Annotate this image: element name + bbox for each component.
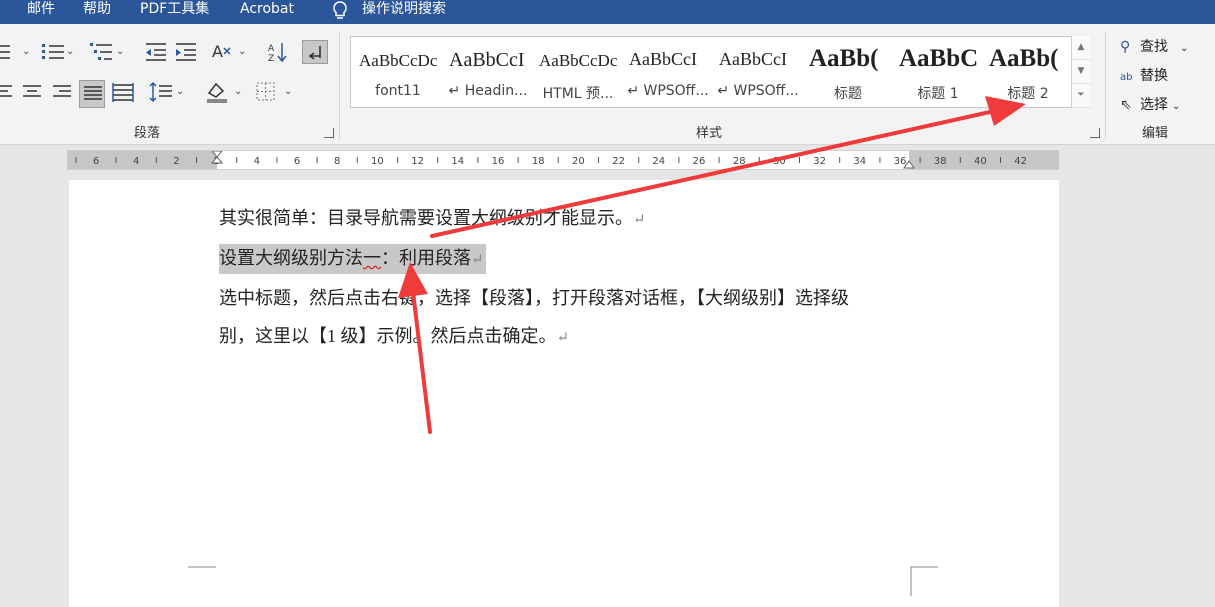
cursor-icon: ⇖ bbox=[1120, 97, 1132, 113]
ruler-label: 16 bbox=[492, 156, 505, 167]
tab-pdf-tools[interactable]: PDF工具集 bbox=[140, 0, 209, 24]
ruler-label: 20 bbox=[572, 156, 585, 167]
ruler-label: 22 bbox=[612, 156, 625, 167]
chevron-down-icon[interactable]: ⌄ bbox=[176, 86, 184, 97]
tab-help[interactable]: 帮助 bbox=[83, 0, 111, 24]
ruler-label: 6 bbox=[93, 156, 99, 167]
chevron-down-icon[interactable]: ⌄ bbox=[238, 46, 246, 57]
chevron-down-icon[interactable]: ⌄ bbox=[284, 86, 292, 97]
ruler-label: 24 bbox=[652, 156, 665, 167]
ruler-label: 34 bbox=[853, 156, 866, 167]
borders-icon[interactable] bbox=[254, 80, 280, 104]
distributed-icon[interactable] bbox=[110, 80, 136, 104]
justify-button[interactable] bbox=[79, 80, 105, 108]
paragraph-3-line-2[interactable]: 别，这里以【1 级】示例。然后点击确定。↵ bbox=[219, 322, 569, 348]
ruler-label: 8 bbox=[334, 156, 340, 167]
tab-mailings[interactable]: 邮件 bbox=[27, 0, 55, 24]
horizontal-ruler[interactable]: 6422468101214161820222426283032343638404… bbox=[67, 150, 1059, 170]
chevron-down-icon[interactable]: ⌄ bbox=[22, 46, 30, 57]
chevron-down-icon[interactable]: ⌄ bbox=[116, 46, 124, 57]
lightbulb-icon bbox=[330, 0, 350, 26]
ruler-ticks: 6422468101214161820222426283032343638404… bbox=[75, 151, 1027, 169]
ruler-label: 42 bbox=[1014, 156, 1027, 167]
ruler-label: 32 bbox=[813, 156, 826, 167]
ruler-label: 4 bbox=[254, 156, 260, 167]
style-html-preformatted[interactable]: AaBbCcDc HTML 预... bbox=[533, 37, 623, 107]
style-heading-1[interactable]: AaBbC 标题 1 bbox=[893, 37, 983, 107]
decrease-indent-icon[interactable] bbox=[142, 40, 168, 64]
ruler-label: 6 bbox=[294, 156, 300, 167]
editing-group-label: 编辑 bbox=[1142, 126, 1169, 141]
paragraph-3-line-1[interactable]: 选中标题，然后点击右键，选择【段落】，打开段落对话框，【大纲级别】选择级 bbox=[219, 284, 849, 310]
chevron-down-icon[interactable]: ▼ bbox=[1072, 60, 1090, 84]
margin-corner-mark bbox=[188, 566, 216, 568]
replace-icon: ab bbox=[1120, 72, 1133, 83]
show-marks-button[interactable] bbox=[302, 40, 328, 64]
style-heading[interactable]: AaBbCcI ↵ Headin... bbox=[443, 37, 533, 107]
svg-text:Z: Z bbox=[268, 54, 274, 64]
paragraph-1[interactable]: 其实很简单：目录导航需要设置大纲级别才能显示。↵ bbox=[219, 204, 646, 230]
paragraph-dialog-launcher-icon[interactable] bbox=[324, 128, 334, 138]
ruler-label: 12 bbox=[411, 156, 424, 167]
svg-text:A: A bbox=[212, 42, 223, 61]
ruler-label: 14 bbox=[451, 156, 464, 167]
ruler-label: 18 bbox=[532, 156, 545, 167]
chevron-up-icon[interactable]: ▲ bbox=[1072, 36, 1090, 60]
style-font11[interactable]: AaBbCcDc font11 bbox=[353, 37, 443, 107]
tab-acrobat[interactable]: Acrobat bbox=[240, 0, 294, 24]
more-styles-icon[interactable]: ⏷ bbox=[1072, 84, 1090, 108]
chevron-down-icon[interactable]: ⌄ bbox=[234, 86, 242, 97]
styles-group-label: 样式 bbox=[696, 126, 723, 141]
ruler-label: 4 bbox=[133, 156, 139, 167]
numbering-icon[interactable] bbox=[40, 40, 66, 64]
find-button[interactable]: ⚲ 查找 ⌄ bbox=[1120, 36, 1188, 58]
chevron-down-icon[interactable]: ⌄ bbox=[66, 46, 74, 57]
multilevel-list-icon[interactable] bbox=[88, 40, 114, 64]
styles-gallery-scroll: ▲ ▼ ⏷ bbox=[1071, 36, 1091, 108]
style-wpsoffice-2[interactable]: AaBbCcI ↵ WPSOff... bbox=[713, 37, 803, 107]
styles-dialog-launcher-icon[interactable] bbox=[1090, 128, 1100, 138]
sort-icon[interactable]: AZ bbox=[266, 40, 292, 64]
search-icon: ⚲ bbox=[1120, 39, 1131, 55]
align-right-icon[interactable] bbox=[50, 80, 76, 104]
align-center-icon[interactable] bbox=[20, 80, 46, 104]
ruler-label: 28 bbox=[733, 156, 746, 167]
paragraph-group-label: 段落 bbox=[134, 126, 161, 141]
ruler-label: 30 bbox=[773, 156, 786, 167]
select-button[interactable]: ⇖ 选择 ⌄ bbox=[1120, 94, 1180, 116]
group-separator bbox=[339, 32, 340, 140]
ribbon: ⌄ ⌄ ⌄ A ⌄ AZ ⌄ ⌄ ⌄ 段落 AaBbCcDc font11 Aa… bbox=[0, 24, 1215, 145]
line-spacing-icon[interactable] bbox=[148, 80, 174, 104]
group-separator bbox=[1105, 32, 1106, 140]
ruler-label: 26 bbox=[693, 156, 706, 167]
svg-text:A: A bbox=[268, 44, 275, 54]
increase-indent-icon[interactable] bbox=[172, 40, 198, 64]
ruler-label: 40 bbox=[974, 156, 987, 167]
ruler-label: 2 bbox=[173, 156, 179, 167]
ruler-label: 10 bbox=[371, 156, 384, 167]
style-title[interactable]: AaBb( 标题 bbox=[803, 37, 893, 107]
tell-me-search[interactable]: 操作说明搜索 bbox=[362, 0, 446, 24]
ruler-label: 38 bbox=[934, 156, 947, 167]
document-page[interactable]: 其实很简单：目录导航需要设置大纲级别才能显示。↵ 设置大纲级别方法一：利用段落↵… bbox=[69, 180, 1059, 607]
margin-corner-mark bbox=[910, 566, 938, 596]
paragraph-2-selected[interactable]: 设置大纲级别方法一：利用段落↵ bbox=[219, 244, 486, 274]
shading-icon[interactable] bbox=[204, 80, 230, 104]
style-heading-2[interactable]: AaBb( 标题 2 bbox=[983, 37, 1073, 107]
asian-layout-icon[interactable]: A bbox=[210, 40, 236, 64]
ribbon-tab-bar: 邮件 帮助 PDF工具集 Acrobat 操作说明搜索 bbox=[0, 0, 1215, 24]
styles-gallery: AaBbCcDc font11 AaBbCcI ↵ Headin... AaBb… bbox=[350, 36, 1090, 108]
ruler-label: 36 bbox=[894, 156, 907, 167]
replace-button[interactable]: ab 替换 bbox=[1120, 65, 1168, 87]
style-wpsoffice-1[interactable]: AaBbCcI ↵ WPSOff... bbox=[623, 37, 713, 107]
